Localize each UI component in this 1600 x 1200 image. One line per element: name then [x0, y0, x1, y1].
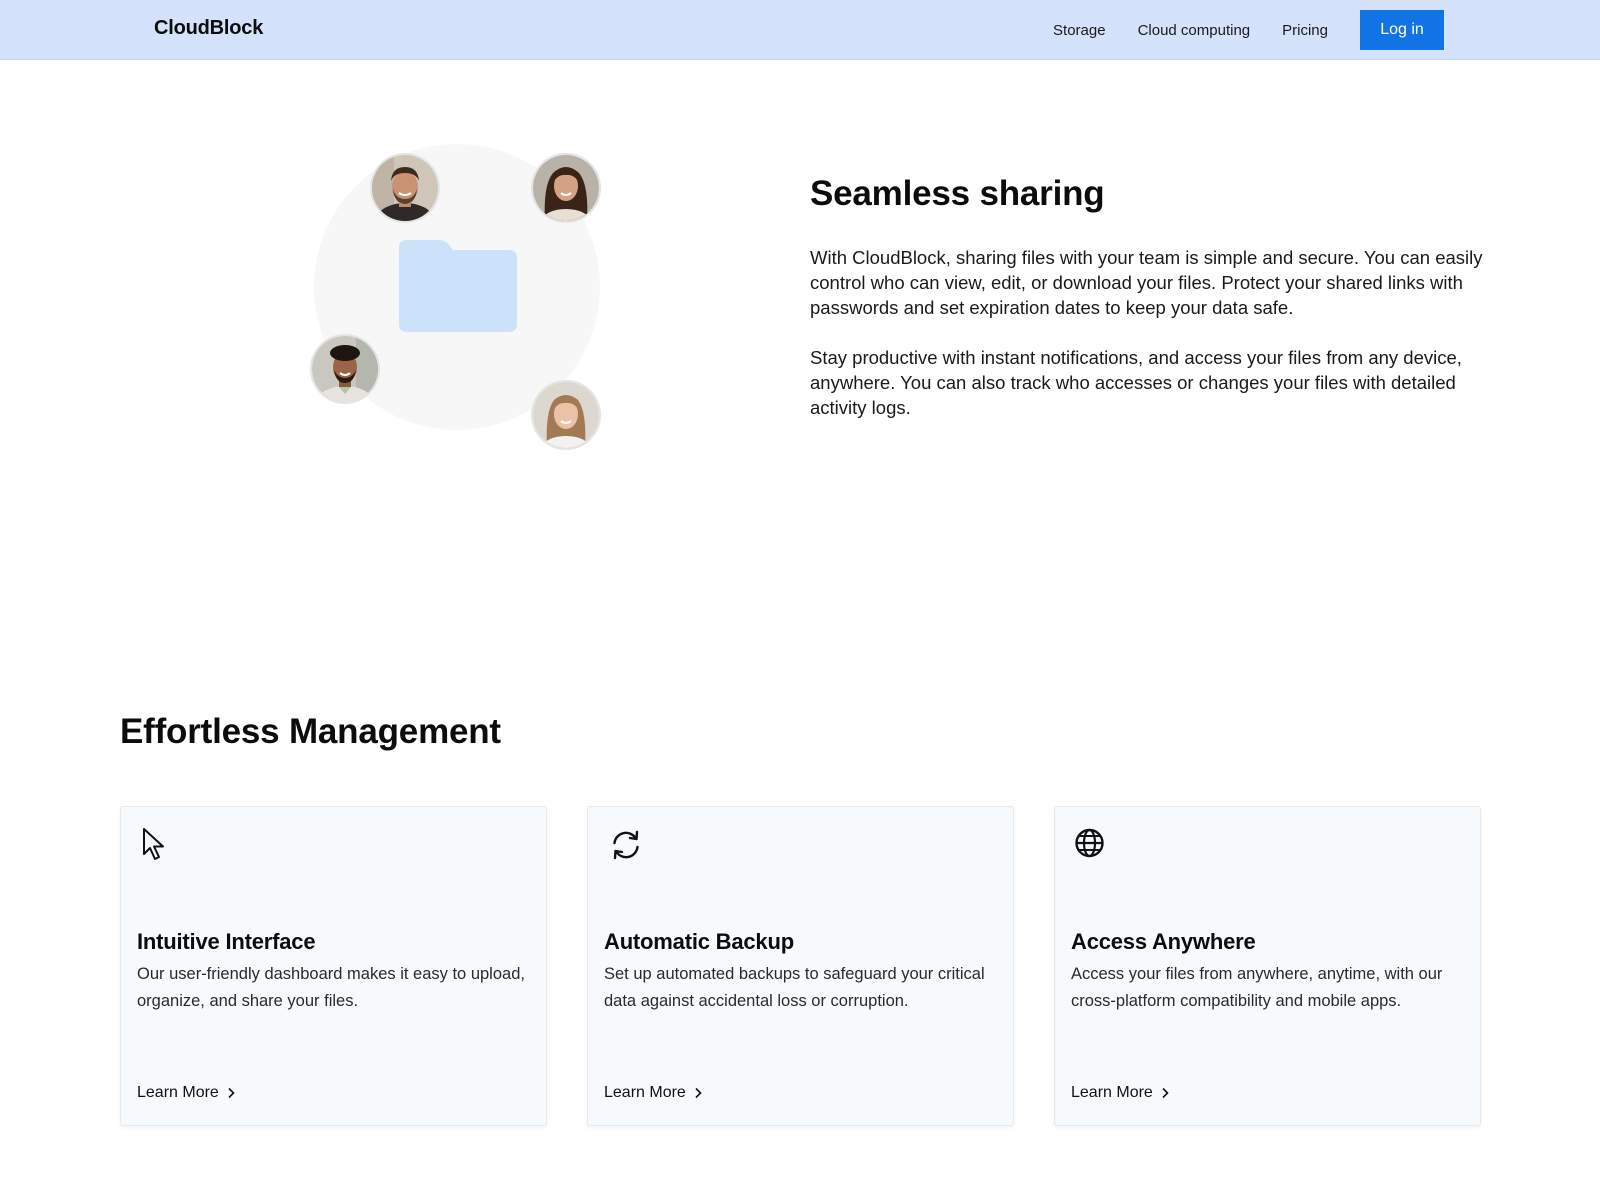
learn-more-link-3[interactable]: Learn More [1071, 1084, 1169, 1102]
avatar-user-3 [310, 334, 380, 404]
chevron-right-icon [1162, 1087, 1169, 1099]
nav-link-storage[interactable]: Storage [1053, 22, 1106, 39]
feature-card-intuitive-interface: Intuitive Interface Our user-friendly da… [120, 806, 547, 1126]
globe-icon [1075, 828, 1104, 858]
folder-icon [399, 240, 517, 332]
section-title: Effortless Management [120, 712, 501, 751]
avatar-user-4 [531, 380, 601, 450]
card-description: Our user-friendly dashboard makes it eas… [137, 965, 525, 1010]
top-navbar: CloudBlock Storage Cloud computing Prici… [0, 0, 1600, 60]
avatar-user-1 [370, 153, 440, 223]
nav-links: Storage Cloud computing Pricing Log in [1053, 10, 1444, 50]
learn-more-label: Learn More [137, 1084, 219, 1101]
page: CloudBlock Storage Cloud computing Prici… [0, 0, 1600, 1200]
avatar-user-2 [531, 153, 601, 223]
card-title: Automatic Backup [604, 929, 794, 954]
card-description: Set up automated backups to safeguard yo… [604, 965, 985, 1010]
learn-more-link-2[interactable]: Learn More [604, 1084, 702, 1102]
brand-logo[interactable]: CloudBlock [154, 17, 263, 40]
nav-link-cloud-computing[interactable]: Cloud computing [1138, 22, 1251, 39]
card-description: Access your files from anywhere, anytime… [1071, 965, 1443, 1010]
hero-paragraph-2: Stay productive with instant notificatio… [810, 347, 1462, 418]
card-title: Intuitive Interface [137, 929, 316, 954]
cursor-icon [143, 828, 164, 860]
learn-more-link-1[interactable]: Learn More [137, 1084, 235, 1102]
nav-link-pricing[interactable]: Pricing [1282, 22, 1328, 39]
login-button[interactable]: Log in [1360, 10, 1444, 50]
feature-card-access-anywhere: Access Anywhere Access your files from a… [1054, 806, 1481, 1126]
chevron-right-icon [228, 1087, 235, 1099]
chevron-right-icon [695, 1087, 702, 1099]
card-title: Access Anywhere [1071, 929, 1256, 954]
sync-icon [613, 830, 639, 860]
learn-more-label: Learn More [604, 1084, 686, 1101]
sharing-illustration [300, 140, 620, 460]
hero-title: Seamless sharing [810, 174, 1105, 213]
learn-more-label: Learn More [1071, 1084, 1153, 1101]
hero-paragraph-1: With CloudBlock, sharing files with your… [810, 247, 1483, 318]
feature-card-automatic-backup: Automatic Backup Set up automated backup… [587, 806, 1014, 1126]
